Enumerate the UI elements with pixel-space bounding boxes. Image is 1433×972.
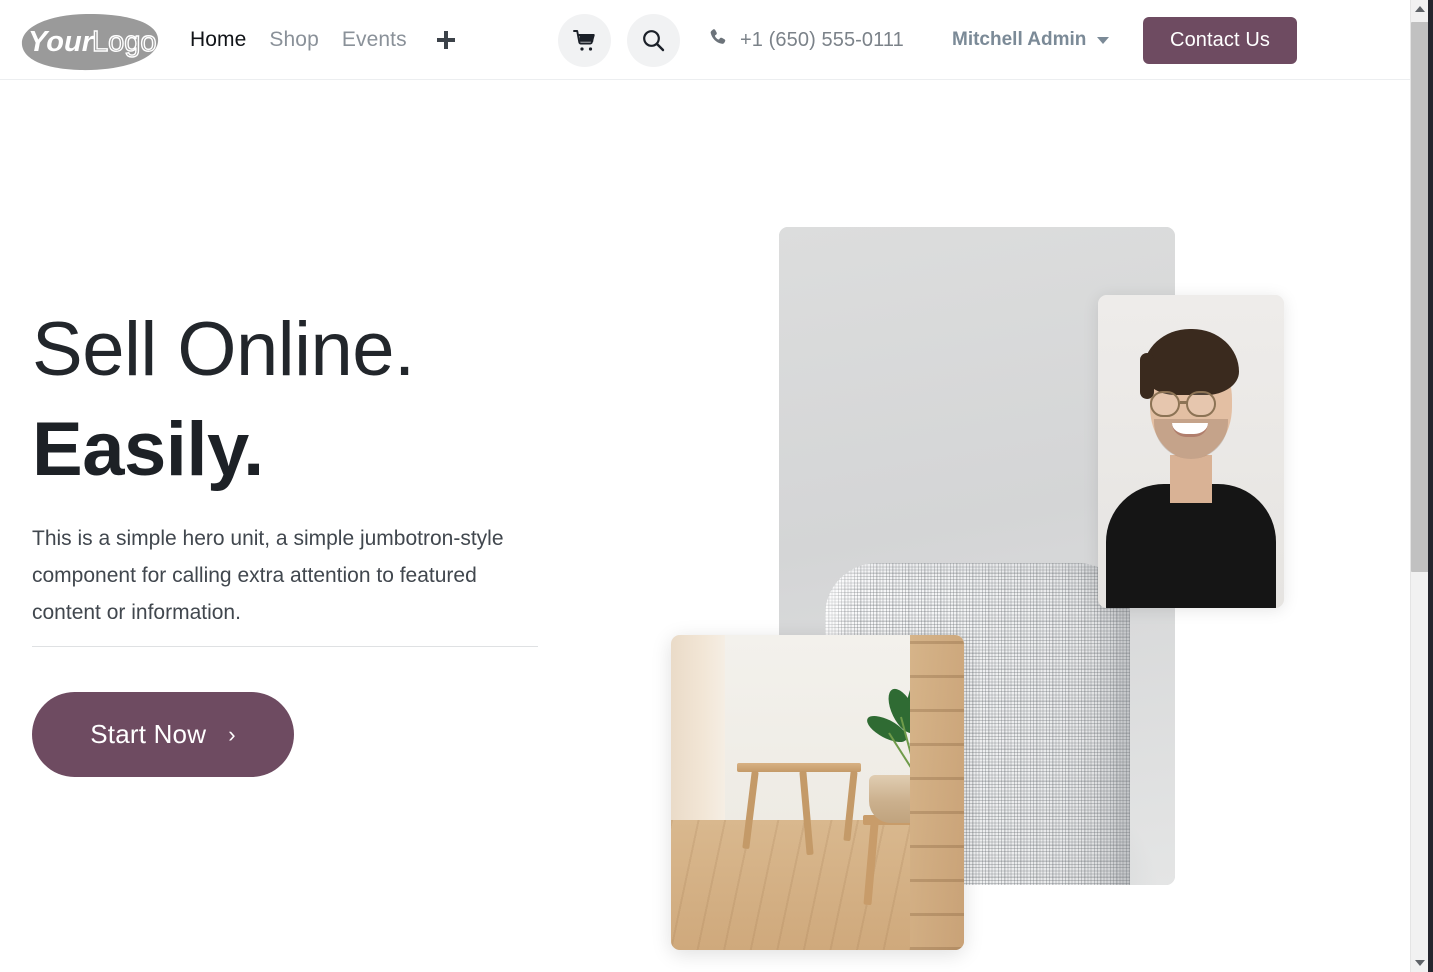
chevron-right-icon: › — [228, 721, 236, 747]
portrait-glasses-left — [1150, 391, 1180, 417]
browser-page: Your Logo Home Shop Events +1 (650) 555-… — [0, 0, 1433, 972]
vertical-scrollbar[interactable] — [1410, 0, 1429, 972]
portrait-neck — [1170, 455, 1212, 503]
phone-glyph — [710, 28, 726, 44]
bedroom-wood-panel — [910, 635, 964, 950]
hero-text-block: Sell Online. Easily. This is a simple he… — [32, 300, 552, 631]
hero-paragraph: This is a simple hero unit, a simple jum… — [32, 527, 504, 624]
window-right-edge — [1428, 0, 1433, 972]
page-title: Sell Online. Easily. — [32, 300, 552, 500]
logo-bold-text: Your — [28, 26, 95, 58]
phone-icon — [708, 28, 728, 53]
hero-divider — [32, 646, 538, 647]
phone-number: +1 (650) 555-0111 — [740, 28, 904, 51]
portrait-glasses-bridge — [1180, 401, 1187, 404]
chevron-down-icon — [1097, 36, 1110, 44]
start-now-label: Start Now — [90, 719, 207, 749]
shopping-cart-button[interactable] — [558, 14, 611, 67]
hero-heading-line1: Sell Online. — [32, 307, 415, 392]
user-name-label: Mitchell Admin — [952, 29, 1087, 50]
page-viewport: Your Logo Home Shop Events +1 (650) 555-… — [0, 0, 1411, 972]
primary-nav: Home Shop Events — [190, 0, 459, 80]
phone-link[interactable]: +1 (650) 555-0111 — [708, 0, 904, 80]
nav-item-shop[interactable]: Shop — [269, 28, 341, 52]
portrait-image[interactable] — [1098, 295, 1284, 608]
plus-glyph — [436, 31, 455, 49]
nav-item-events[interactable]: Events — [342, 28, 430, 52]
site-header: Your Logo Home Shop Events +1 (650) 555-… — [0, 0, 1411, 80]
logo-light-text: Logo — [92, 26, 157, 58]
logo-blob-icon: Your Logo — [21, 13, 159, 71]
scroll-down-arrow-icon[interactable] — [1411, 954, 1429, 972]
search-icon — [643, 30, 665, 52]
nav-item-home[interactable]: Home — [190, 28, 269, 52]
user-menu-dropdown[interactable]: Mitchell Admin — [952, 0, 1110, 80]
search-button[interactable] — [627, 14, 680, 67]
vertical-scroll-thumb[interactable] — [1411, 22, 1429, 572]
plus-icon[interactable] — [433, 27, 459, 53]
shopping-cart-icon — [572, 29, 595, 51]
portrait-glasses-right — [1186, 391, 1216, 417]
scroll-up-arrow-icon[interactable] — [1411, 0, 1429, 18]
start-now-button[interactable]: Start Now › — [32, 692, 294, 777]
site-logo[interactable]: Your Logo — [14, 9, 166, 73]
hero-heading-line2: Easily. — [32, 407, 264, 492]
contact-us-button[interactable]: Contact Us — [1143, 17, 1297, 64]
bedroom-image[interactable] — [671, 635, 964, 950]
